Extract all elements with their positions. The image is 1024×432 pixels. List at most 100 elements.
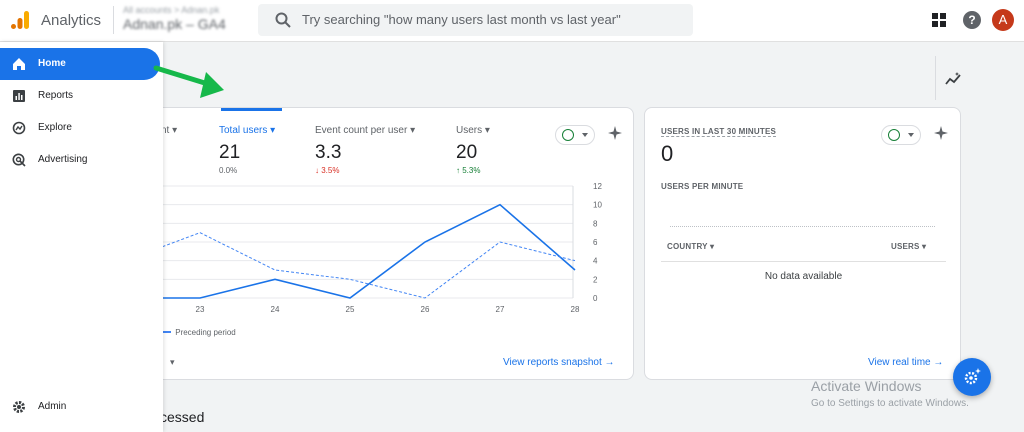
insights-sparkle-icon[interactable]	[933, 125, 949, 141]
sort-caret-icon: ▾	[709, 242, 715, 251]
help-icon[interactable]: ?	[963, 11, 981, 29]
arrow-right-icon: →	[604, 357, 615, 368]
check-circle-icon	[888, 129, 900, 141]
metric-change: 5.3%	[462, 166, 481, 175]
col-users-label: USERS	[891, 242, 920, 251]
side-nav: Home Reports Explore Advertising Admin	[0, 42, 163, 432]
data-quality-chip[interactable]	[881, 125, 921, 145]
x-tick-label: 23	[196, 305, 205, 314]
windows-watermark-title: Activate Windows	[811, 378, 922, 394]
y-tick-label: 12	[593, 182, 602, 191]
view-reports-snapshot-link[interactable]: View reports snapshot →	[503, 357, 615, 368]
sidebar-item-label: Reports	[38, 90, 74, 101]
search-placeholder: Try searching "how many users last month…	[302, 12, 621, 27]
sidebar-item-label: Home	[38, 58, 66, 69]
sidebar-item-label: Advertising	[38, 154, 88, 165]
bar-chart-icon	[13, 90, 25, 102]
legend-preceding: Preceding period	[175, 328, 236, 337]
metric-label: Users	[456, 125, 483, 136]
arrow-down-icon: ↓	[315, 166, 319, 175]
chevron-down-icon	[582, 133, 588, 137]
metric-value: 20	[456, 142, 478, 163]
property-selector[interactable]: Adnan.pk – GA4	[123, 16, 226, 32]
users-per-minute-label: USERS PER MINUTE	[661, 182, 744, 191]
dropdown-caret-icon: ▾	[170, 357, 175, 367]
sidebar-item-reports[interactable]: Reports	[0, 80, 160, 112]
no-data-message: No data available	[764, 271, 843, 282]
metric-tab-event-count[interactable]: Event count per user ▾ 3.3 ↓ 3.5%	[315, 125, 415, 175]
y-tick-label: 4	[593, 257, 598, 266]
metric-change: 0.0%	[219, 166, 238, 175]
metric-tab-total-users[interactable]: Total users ▾ 21 0.0%	[219, 125, 275, 175]
metric-tab-0[interactable]: nt ▾	[161, 125, 177, 136]
metric-change: 3.5%	[321, 166, 340, 175]
x-tick-label: 27	[496, 305, 505, 314]
table-header: COUNTRY ▾ USERS ▾	[661, 232, 946, 262]
app-name: Analytics	[41, 12, 102, 29]
sidebar-item-label: Explore	[38, 122, 72, 133]
annotation-arrow	[153, 65, 224, 98]
analytics-logo[interactable]	[10, 10, 30, 30]
arrow-right-icon: →	[933, 357, 944, 368]
y-tick-label: 0	[593, 294, 598, 303]
sidebar-item-home[interactable]: Home	[0, 48, 160, 80]
realtime-value: 0	[661, 141, 674, 166]
selected-metric-indicator	[221, 108, 282, 111]
y-tick-label: 2	[593, 275, 598, 284]
check-circle-icon	[562, 129, 574, 141]
assistant-fab[interactable]	[953, 358, 991, 396]
x-tick-label: 24	[271, 305, 280, 314]
divider	[113, 6, 114, 34]
overview-card: nt ▾ Total users ▾ 21 0.0% Event count p…	[140, 107, 634, 380]
chevron-down-icon	[908, 133, 914, 137]
advertising-icon	[12, 153, 26, 167]
x-tick-label: 25	[346, 305, 355, 314]
top-bar: Analytics All accounts > Adnan.pk Adnan.…	[0, 0, 1024, 42]
dropdown-caret-icon: ▾	[484, 125, 490, 136]
gear-icon	[13, 401, 25, 413]
search-bar[interactable]: Try searching "how many users last month…	[258, 4, 693, 36]
explore-icon	[12, 121, 26, 135]
x-tick-label: 28	[571, 305, 580, 314]
metric-label: Total users	[219, 125, 268, 136]
metric-tab-users[interactable]: Users ▾ 20 ↑ 5.3%	[456, 125, 490, 175]
empty-bar-chart	[670, 226, 935, 227]
avatar[interactable]: A	[992, 9, 1014, 31]
series-line-current	[141, 203, 576, 299]
apps-grid-icon[interactable]	[931, 12, 947, 28]
insights-trend-icon[interactable]	[945, 71, 961, 87]
link-label: View real time	[868, 357, 931, 368]
sparkle-gear-icon	[964, 368, 981, 385]
col-country-label: COUNTRY	[667, 242, 708, 251]
dropdown-caret-icon: ▾	[410, 125, 416, 136]
insights-sparkle-icon[interactable]	[607, 125, 623, 141]
search-icon	[275, 12, 291, 28]
y-tick-label: 6	[593, 238, 598, 247]
realtime-title[interactable]: USERS IN LAST 30 MINUTES	[661, 127, 777, 137]
sidebar-item-advertising[interactable]: Advertising	[0, 144, 160, 176]
metric-value: 3.3	[315, 142, 342, 163]
sidebar-item-label: Admin	[38, 401, 67, 412]
sidebar-item-explore[interactable]: Explore	[0, 112, 160, 144]
divider	[935, 56, 936, 100]
col-country-header[interactable]: COUNTRY ▾	[667, 242, 714, 251]
home-icon	[13, 58, 25, 70]
x-tick-label: 26	[421, 305, 430, 314]
dropdown-caret-icon: ▾	[172, 125, 178, 136]
y-tick-label: 8	[593, 219, 598, 228]
arrow-up-icon: ↑	[456, 166, 460, 175]
metric-value: 21	[219, 142, 241, 163]
windows-watermark-subtitle: Go to Settings to activate Windows.	[811, 398, 969, 409]
col-users-header[interactable]: USERS ▾	[891, 242, 926, 251]
users-line-chart: 02468101223 24 25 26 27 28	[141, 182, 602, 314]
metric-label: Event count per user	[315, 125, 408, 136]
view-real-time-link[interactable]: View real time →	[868, 357, 943, 368]
sort-caret-icon: ▾	[922, 242, 927, 251]
dropdown-caret-icon: ▾	[270, 125, 276, 136]
realtime-card: USERS IN LAST 30 MINUTES 0 USERS PER MIN…	[644, 107, 961, 380]
account-breadcrumb[interactable]: All accounts > Adnan.pk	[123, 5, 219, 15]
data-quality-chip[interactable]	[555, 125, 595, 145]
y-tick-label: 10	[593, 201, 602, 210]
link-label: View reports snapshot	[503, 357, 602, 368]
sidebar-item-admin[interactable]: Admin	[0, 391, 160, 423]
